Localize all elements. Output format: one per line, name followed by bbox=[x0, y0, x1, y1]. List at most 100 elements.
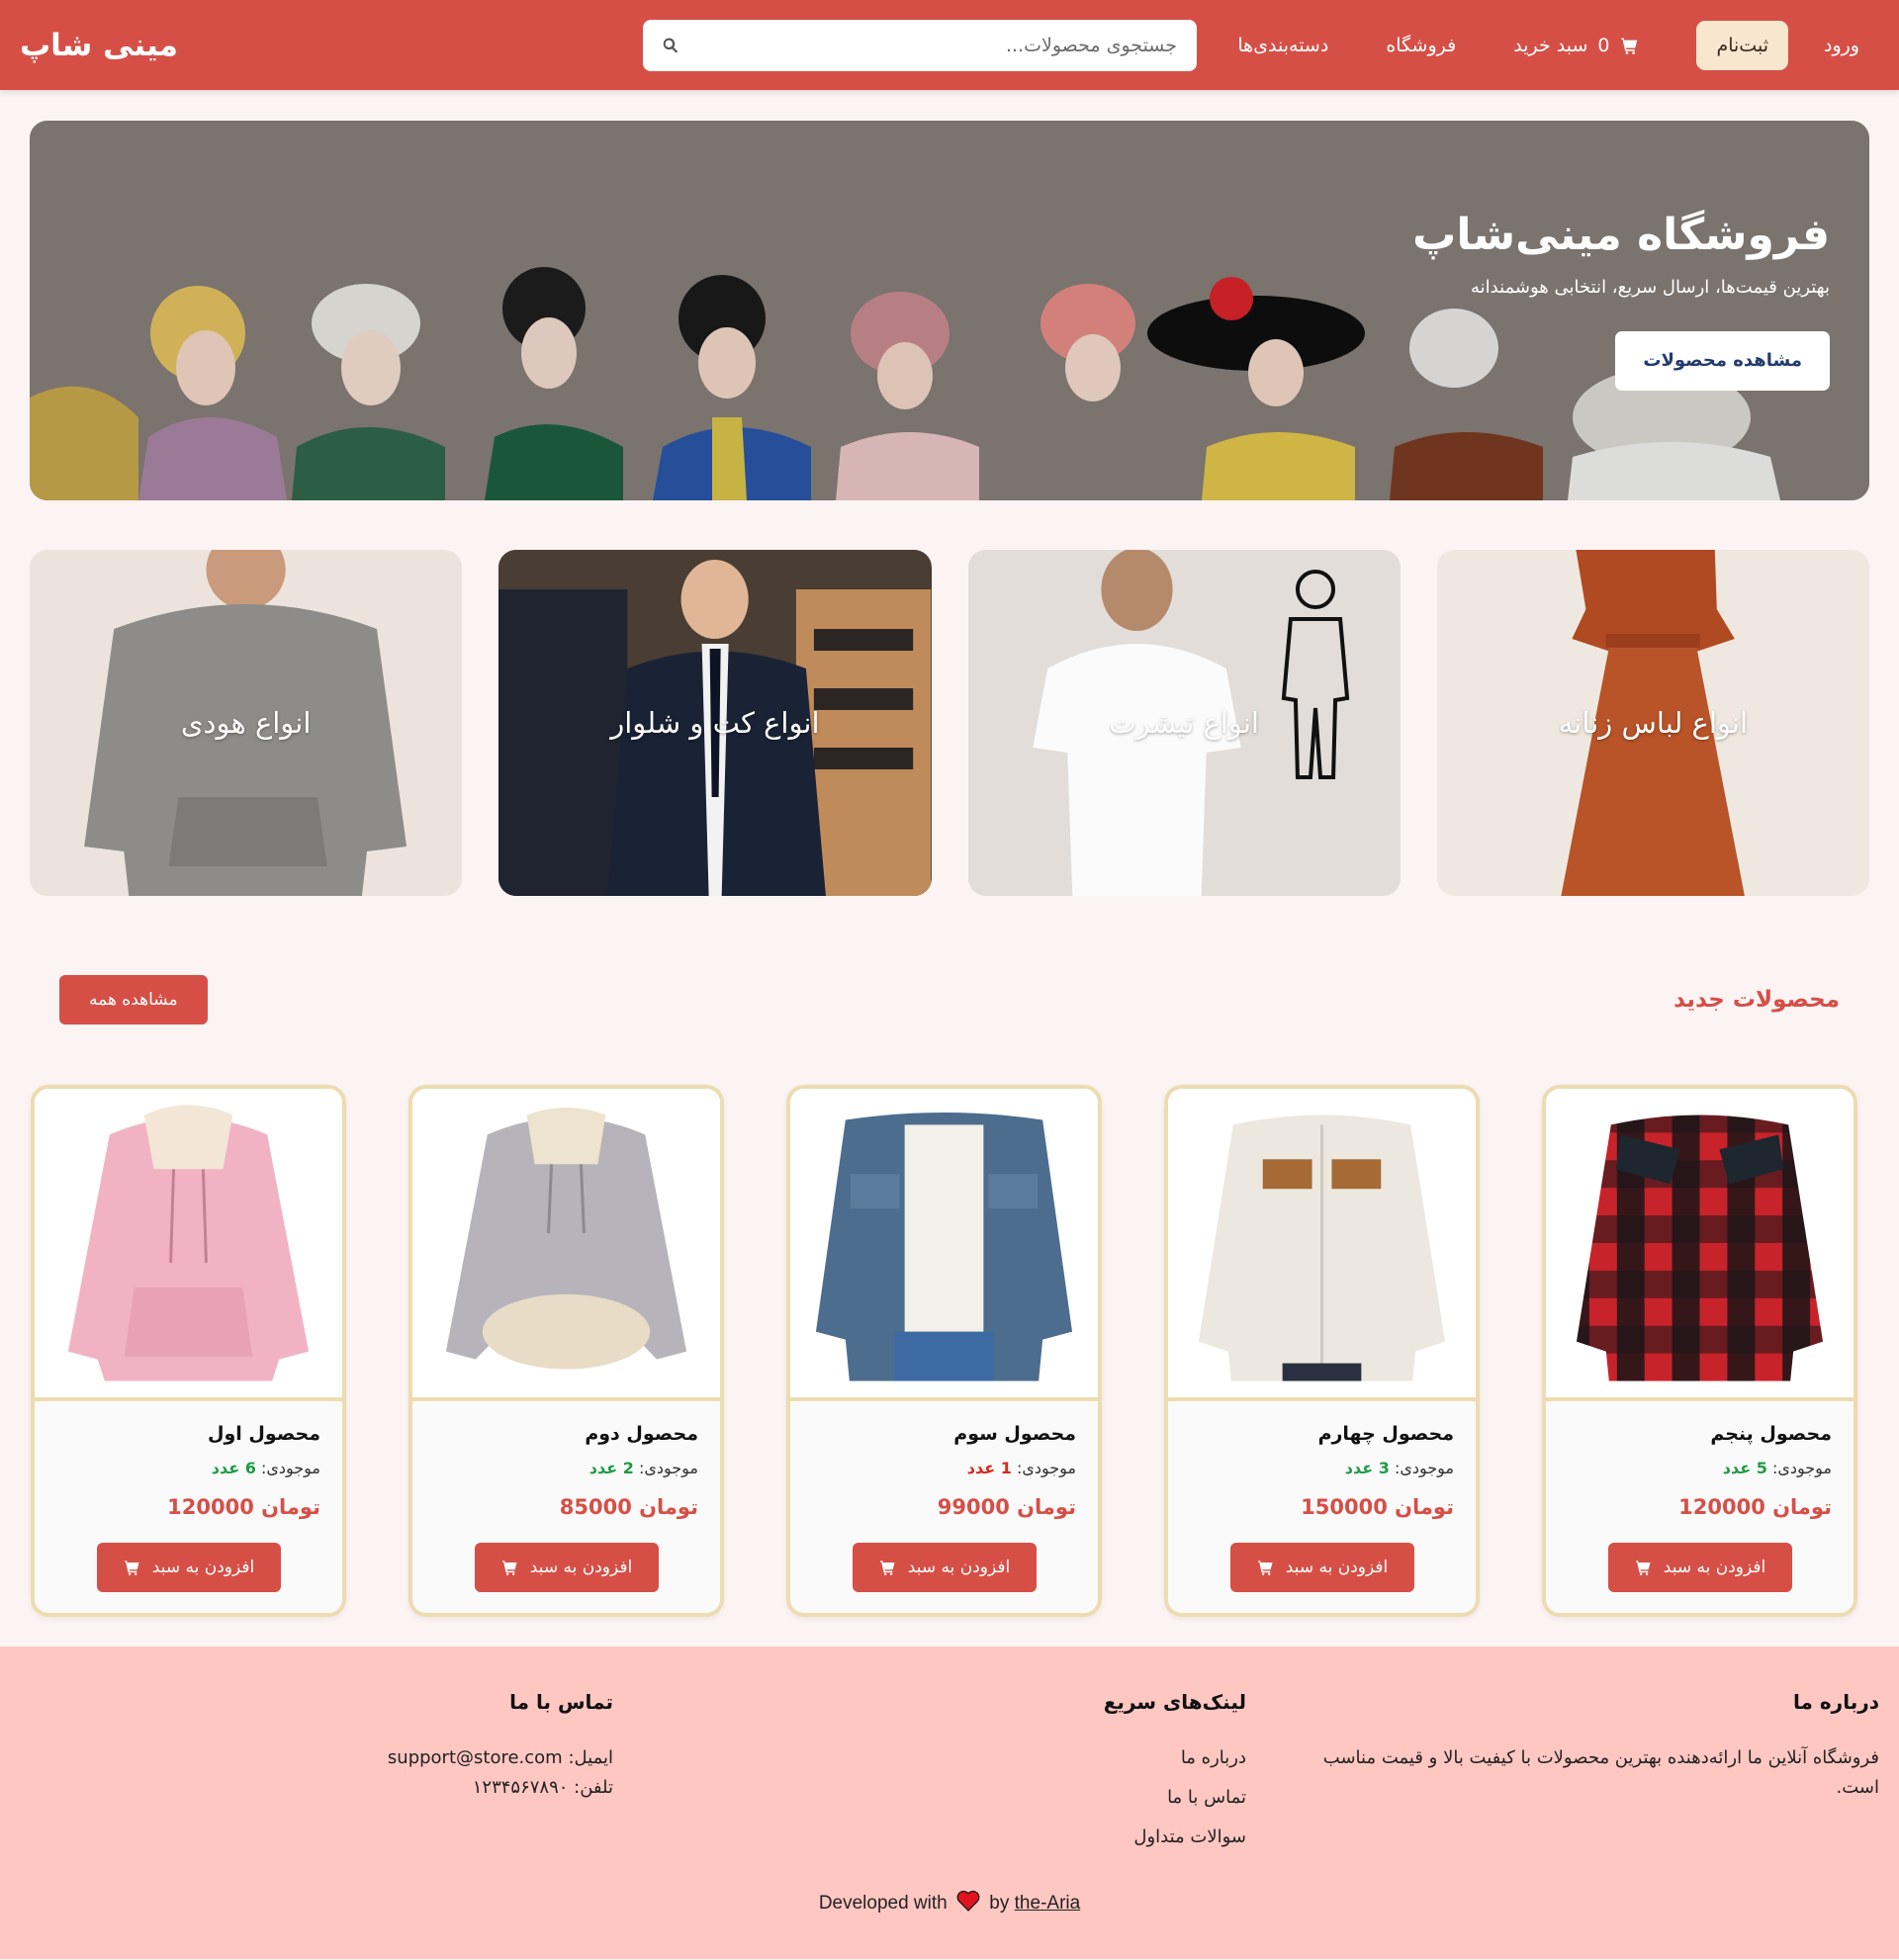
add-to-cart-button[interactable]: افزودن به سبد bbox=[474, 1543, 659, 1592]
search-icon[interactable] bbox=[661, 36, 680, 55]
footer-about-title: درباره ما bbox=[1793, 1690, 1879, 1714]
footer-quick-links: لینک‌های سریع درباره ما تماس با ما سوالا… bbox=[950, 1690, 1246, 1862]
search-input[interactable] bbox=[680, 35, 1177, 56]
stock-label: موجودی: bbox=[638, 1459, 698, 1477]
top-navbar: ورود ثبت‌نام 0 سبد خرید فروشگاه دسته‌بندی… bbox=[0, 0, 1899, 90]
cart-icon bbox=[123, 1559, 140, 1576]
product-price: تومان 85000 bbox=[434, 1495, 698, 1519]
product-info: محصول پنجم موجودی: 5 عدد تومان 120000 اف… bbox=[1546, 1401, 1854, 1613]
hero-title: فروشگاه مینی‌شاپ bbox=[1412, 210, 1830, 260]
add-to-cart-label: افزودن به سبد bbox=[151, 1558, 255, 1577]
product-name[interactable]: محصول چهارم bbox=[1190, 1423, 1454, 1445]
pink-hoodie-image bbox=[67, 1105, 310, 1381]
nav-login-link[interactable]: ورود bbox=[1824, 35, 1859, 56]
category-grid: انواع لباس زنانه انواع تیشرت انواع کت و … bbox=[30, 550, 1869, 896]
product-image[interactable] bbox=[1546, 1089, 1854, 1401]
add-to-cart-label: افزودن به سبد bbox=[1663, 1558, 1766, 1577]
product-info: محصول سوم موجودی: 1 عدد تومان 99000 افزو… bbox=[790, 1401, 1098, 1613]
price-value: 99000 bbox=[937, 1495, 1010, 1519]
cart-icon bbox=[1256, 1559, 1274, 1576]
currency: تومان bbox=[639, 1495, 698, 1519]
category-label: انواع تیشرت bbox=[1109, 706, 1259, 740]
section-title: محصولات جدید bbox=[1673, 987, 1840, 1013]
hero-subtitle: بهترین قیمت‌ها، ارسال سریع، انتخابی هوشم… bbox=[1470, 277, 1830, 299]
search-bar bbox=[643, 20, 1197, 71]
category-card-womens-dresses[interactable]: انواع لباس زنانه bbox=[1436, 550, 1869, 896]
credit-by: by bbox=[989, 1893, 1010, 1914]
signup-button[interactable]: ثبت‌نام bbox=[1696, 20, 1788, 70]
product-stock: موجودی: 1 عدد bbox=[812, 1459, 1076, 1477]
footer-contact-title: تماس با ما bbox=[509, 1690, 613, 1714]
stock-quantity: 5 عدد bbox=[1722, 1459, 1767, 1477]
site-footer: درباره ما فروشگاه آنلاین ما ارائه‌دهنده … bbox=[0, 1647, 1899, 1959]
view-all-button[interactable]: مشاهده همه bbox=[59, 975, 208, 1025]
white-sherpa-jacket-image bbox=[1198, 1114, 1446, 1381]
category-card-hoodies[interactable]: انواع هودی bbox=[30, 550, 463, 896]
add-to-cart-label: افزودن به سبد bbox=[907, 1558, 1011, 1577]
footer-about: درباره ما فروشگاه آنلاین ما ارائه‌دهنده … bbox=[1296, 1690, 1879, 1803]
footer-links-list: درباره ما تماس با ما سوالات متداول bbox=[950, 1743, 1246, 1862]
product-image[interactable] bbox=[790, 1089, 1098, 1401]
brand-logo[interactable]: مینی شاپ bbox=[20, 0, 178, 90]
category-card-tshirts[interactable]: انواع تیشرت bbox=[967, 550, 1401, 896]
category-card-suits[interactable]: انواع کت و شلوار bbox=[498, 550, 932, 896]
category-label: انواع هودی bbox=[180, 706, 312, 740]
add-to-cart-button[interactable]: افزودن به سبد bbox=[96, 1543, 281, 1592]
product-info: محصول اول موجودی: 6 عدد تومان 120000 افز… bbox=[35, 1401, 342, 1613]
add-to-cart-label: افزودن به سبد bbox=[529, 1558, 633, 1577]
product-image[interactable] bbox=[412, 1089, 720, 1401]
add-to-cart-button[interactable]: افزودن به سبد bbox=[1607, 1543, 1792, 1592]
author-link[interactable]: the-Aria bbox=[1015, 1893, 1081, 1914]
nav-shop-link[interactable]: فروشگاه bbox=[1386, 35, 1456, 56]
cart-icon bbox=[878, 1559, 896, 1576]
product-image[interactable] bbox=[1168, 1089, 1476, 1401]
currency: تومان bbox=[1772, 1495, 1832, 1519]
add-to-cart-label: افزودن به سبد bbox=[1285, 1558, 1389, 1577]
footer-email: ایمیل: support@store.com bbox=[387, 1747, 613, 1768]
footer-link-faq[interactable]: سوالات متداول bbox=[1133, 1826, 1246, 1847]
product-price: تومان 120000 bbox=[56, 1495, 320, 1519]
heart-icon bbox=[956, 1890, 980, 1912]
cart-count: 0 bbox=[1597, 34, 1610, 56]
product-image[interactable] bbox=[35, 1089, 342, 1401]
footer-link-about[interactable]: درباره ما bbox=[1181, 1747, 1246, 1768]
footer-link-contact[interactable]: تماس با ما bbox=[1167, 1787, 1246, 1808]
stock-quantity: 1 عدد bbox=[966, 1459, 1012, 1477]
product-card[interactable]: محصول دوم موجودی: 2 عدد تومان 85000 افزو… bbox=[408, 1085, 724, 1617]
price-value: 85000 bbox=[559, 1495, 632, 1519]
footer-about-text: فروشگاه آنلاین ما ارائه‌دهنده بهترین محص… bbox=[1322, 1747, 1879, 1798]
product-card[interactable]: محصول سوم موجودی: 1 عدد تومان 99000 افزو… bbox=[786, 1085, 1102, 1617]
stock-quantity: 3 عدد bbox=[1344, 1459, 1390, 1477]
nav-cart-link[interactable]: 0 سبد خرید bbox=[1513, 35, 1639, 56]
product-price: تومان 150000 bbox=[1190, 1495, 1454, 1519]
add-to-cart-button[interactable]: افزودن به سبد bbox=[1229, 1543, 1414, 1592]
view-products-button[interactable]: مشاهده محصولات bbox=[1615, 331, 1830, 392]
product-stock: موجودی: 6 عدد bbox=[56, 1459, 320, 1477]
product-card[interactable]: محصول پنجم موجودی: 5 عدد تومان 120000 اف… bbox=[1542, 1085, 1857, 1617]
stock-label: موجودی: bbox=[1016, 1459, 1076, 1477]
stock-label: موجودی: bbox=[260, 1459, 320, 1477]
red-plaid-jacket-image bbox=[1576, 1114, 1824, 1381]
hero-banner: فروشگاه مینی‌شاپ بهترین قیمت‌ها، ارسال س… bbox=[30, 121, 1869, 500]
product-stock: موجودی: 3 عدد bbox=[1190, 1459, 1454, 1477]
denim-jacket-image bbox=[815, 1112, 1073, 1381]
product-name[interactable]: محصول سوم bbox=[812, 1423, 1076, 1445]
footer-contact: تماس با ما ایمیل: support@store.com تلفن… bbox=[316, 1690, 613, 1803]
add-to-cart-button[interactable]: افزودن به سبد bbox=[852, 1543, 1037, 1592]
product-price: تومان 120000 bbox=[1568, 1495, 1832, 1519]
cart-icon bbox=[1634, 1559, 1652, 1576]
product-card[interactable]: محصول چهارم موجودی: 3 عدد تومان 150000 ا… bbox=[1164, 1085, 1480, 1617]
main-nav: ورود ثبت‌نام 0 سبد خرید فروشگاه دسته‌بندی… bbox=[1180, 20, 1859, 70]
product-name[interactable]: محصول اول bbox=[56, 1423, 320, 1445]
new-products-header: محصولات جدید مشاهده همه bbox=[59, 975, 1840, 1025]
stock-quantity: 2 عدد bbox=[588, 1459, 634, 1477]
product-name[interactable]: محصول دوم bbox=[434, 1423, 698, 1445]
footer-links-title: لینک‌های سریع bbox=[1103, 1690, 1246, 1714]
category-label: انواع کت و شلوار bbox=[610, 706, 820, 740]
category-label: انواع لباس زنانه bbox=[1558, 706, 1749, 740]
currency: تومان bbox=[261, 1495, 320, 1519]
product-info: محصول دوم موجودی: 2 عدد تومان 85000 افزو… bbox=[412, 1401, 720, 1613]
product-card[interactable]: محصول اول موجودی: 6 عدد تومان 120000 افز… bbox=[31, 1085, 346, 1617]
product-name[interactable]: محصول پنجم bbox=[1568, 1423, 1832, 1445]
nav-categories-link[interactable]: دسته‌بندی‌ها bbox=[1237, 35, 1328, 56]
